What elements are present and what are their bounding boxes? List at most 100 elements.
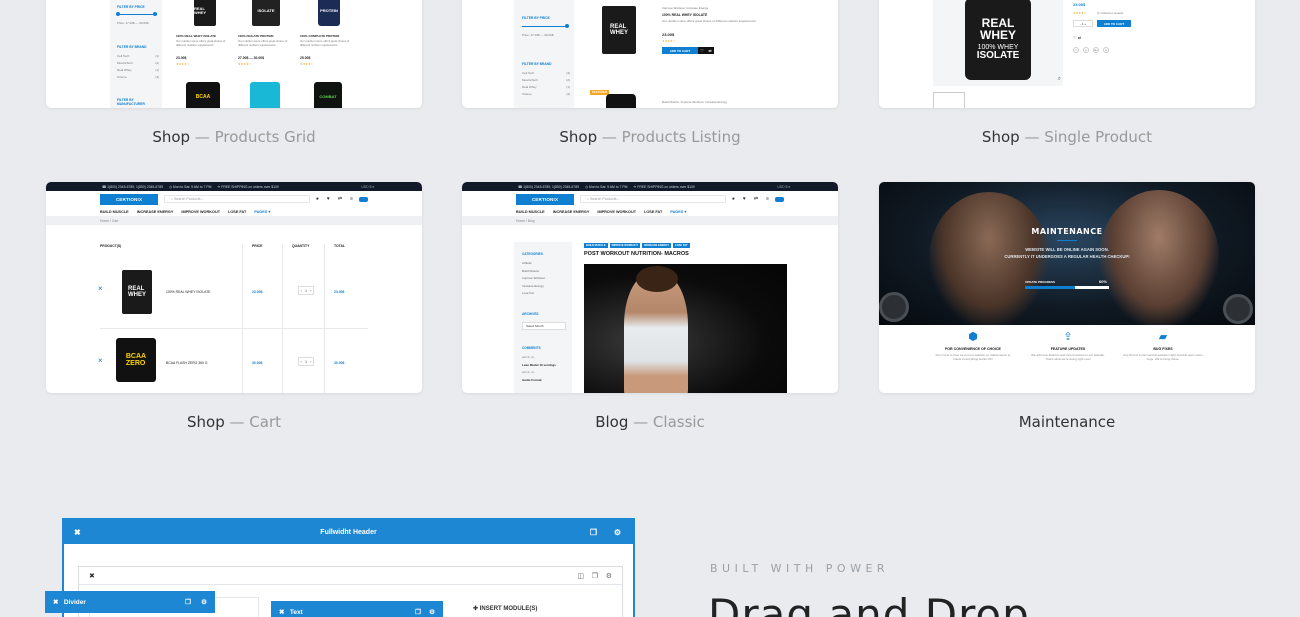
brand-name: Real Whey	[522, 85, 537, 89]
nav-item[interactable]: IMPROVE WORKOUT	[597, 210, 636, 214]
category-item[interactable]: Improve Workout	[522, 276, 545, 284]
site-search[interactable]: ⌕ Search Products...	[580, 195, 726, 203]
category-item[interactable]: Lose Fat	[522, 291, 545, 299]
close-icon[interactable]: ✖	[74, 528, 81, 537]
copy-icon[interactable]: ❐	[415, 608, 421, 616]
social-icon[interactable]: y	[1083, 47, 1089, 53]
nav-item[interactable]: LOSE FAT	[228, 210, 246, 214]
nav-item[interactable]: INCREASE ENERGY	[553, 210, 590, 214]
post-tag[interactable]: IMPROVE WORKOUT	[609, 243, 640, 248]
brand-item[interactable]: Real Whey (1)	[522, 85, 570, 92]
close-icon[interactable]: ✖	[53, 598, 58, 606]
post-title[interactable]: POST WORKOUT NUTRITION- MACROS	[584, 251, 689, 257]
menu-icon[interactable]: ≡	[350, 196, 353, 202]
heart-icon[interactable]: ♥	[743, 196, 746, 202]
cart-icon[interactable]	[359, 196, 368, 202]
gear-icon[interactable]: ⚙	[614, 528, 621, 537]
price-slider[interactable]	[117, 14, 157, 15]
compare-icon[interactable]: ⇄	[338, 196, 342, 202]
social-icon[interactable]: p	[1103, 47, 1109, 53]
preview-card-products-grid[interactable]: FILTER BY PRICE Price: 17.00$ — 90.00$ F…	[46, 0, 422, 108]
compare-button[interactable]: ⇄	[706, 47, 714, 54]
site-header: CERTIONIX ⌕ Search Products... ● ♥ ⇄ ≡	[46, 191, 422, 207]
comment-item[interactable]: Lean Model 10 servings	[522, 363, 556, 371]
price-slider-handle-right[interactable]	[153, 12, 157, 16]
category-item[interactable]: Increase Energy	[522, 284, 545, 292]
gear-icon[interactable]: ⚙	[201, 598, 207, 606]
nav-pages[interactable]: PAGES ▾	[670, 209, 686, 214]
text-module-bar[interactable]: ✖ Text ❐ ⚙	[271, 601, 443, 617]
close-icon[interactable]: ✖	[89, 572, 95, 580]
copy-icon[interactable]: ❐	[590, 528, 597, 537]
nav-item[interactable]: BUILD MUSCLE	[516, 210, 545, 214]
brand-item[interactable]: MuscleTech (2)	[522, 78, 570, 85]
gear-icon[interactable]: ⚙	[429, 608, 435, 616]
grid-product-2[interactable]: ISOLATE 100% ISOLATE PROTEIN Our nutriti…	[236, 0, 292, 108]
grid-product-3[interactable]: PROTEIN 100% COMPLETE PROTEIN Our nutrit…	[298, 0, 354, 108]
gear-icon[interactable]: ⚙	[606, 572, 612, 580]
nav-item[interactable]: LOSE FAT	[644, 210, 662, 214]
nav-pages[interactable]: PAGES ▾	[254, 209, 270, 214]
brand-item[interactable]: Cell Tech (3)	[522, 71, 570, 78]
brand-name: Cell Tech	[117, 54, 130, 58]
remove-icon[interactable]: ×	[98, 356, 103, 365]
wishlist-icon[interactable]: ♡ ⇄	[1073, 35, 1081, 40]
brand-item[interactable]: Xtreme (3)	[522, 92, 570, 99]
site-search[interactable]: ⌕ Search Products...	[164, 195, 310, 203]
social-icon[interactable]: f	[1073, 47, 1079, 53]
grid-product-1[interactable]: REAL WHEY 100% REAL WHEY ISOLATE Our nut…	[174, 0, 230, 108]
price-slider[interactable]	[522, 26, 568, 27]
copy-icon[interactable]: ❐	[592, 572, 598, 580]
heart-icon[interactable]: ♥	[327, 196, 330, 202]
preview-card-blog-classic[interactable]: ☎ 1(800) 2345-6789, 1(800) 2345-6789 ◷ Mo…	[462, 182, 838, 393]
post-tag[interactable]: BUILD MUSCLE	[584, 243, 608, 248]
reviews-link[interactable]: (1 customer review)	[1097, 11, 1123, 15]
brand-item[interactable]: Real Whey (1)	[117, 68, 159, 75]
zoom-icon[interactable]: ⌕	[1058, 76, 1061, 83]
cart-icon[interactable]	[775, 196, 784, 202]
copy-icon[interactable]: ❐	[185, 598, 191, 606]
menu-icon[interactable]: ≡	[766, 196, 769, 202]
category-item[interactable]: Athletic	[522, 261, 545, 269]
wishlist-button[interactable]: ♡	[698, 47, 706, 54]
user-icon[interactable]: ●	[316, 196, 319, 202]
nav-item[interactable]: INCREASE ENERGY	[137, 210, 174, 214]
brand-item[interactable]: Cell Tech (1)	[117, 54, 159, 61]
preview-card-maintenance[interactable]: MAINTENANCE WEBSITE WILL BE ONLINE AGAIN…	[879, 182, 1255, 393]
compare-icon[interactable]: ⇄	[754, 196, 758, 202]
site-logo[interactable]: CERTIONIX	[516, 193, 574, 205]
preview-card-single-product[interactable]: REAL WHEY 100% WHEY ISOLATE ⌕ 23.00$ ★★★…	[879, 0, 1255, 108]
columns-icon[interactable]: ◫	[577, 572, 584, 580]
divider-module-bar[interactable]: ✖ Divider ❐ ⚙	[45, 591, 215, 613]
post-tag[interactable]: INCREASE ENERGY	[641, 243, 672, 248]
insert-module-button[interactable]: ✚ INSERT MODULE(S)	[473, 605, 537, 612]
qty-input[interactable]: - 1 +	[1073, 20, 1093, 27]
thumbnail[interactable]	[933, 92, 965, 108]
post-tag[interactable]: LOSE FAT	[673, 243, 690, 248]
close-icon[interactable]: ✖	[279, 608, 284, 616]
post-tags: BUILD MUSCLE IMPROVE WORKOUT INCREASE ENER…	[584, 243, 690, 248]
comment-item[interactable]: admin on	[522, 370, 556, 378]
comment-item[interactable]: Audio Format	[522, 378, 556, 386]
preview-card-cart[interactable]: ☎ 1(800) 2345-6789, 1(800) 2345-6789 ◷ Mo…	[46, 182, 422, 393]
preview-card-products-listing[interactable]: FILTER BY PRICE Price: 17.00$ — 90.00$ F…	[462, 0, 838, 108]
archive-select[interactable]: Select Month	[522, 322, 566, 330]
site-logo[interactable]: CERTIONIX	[100, 193, 158, 205]
social-icon[interactable]: G+	[1093, 47, 1099, 53]
price-slider-handle-left[interactable]	[116, 12, 120, 16]
single-add-to-cart-button[interactable]: ADD TO CART	[1097, 20, 1131, 27]
brand-item[interactable]: Xtreme (3)	[117, 75, 159, 82]
add-to-cart-button[interactable]: ADD TO CART	[662, 47, 698, 54]
qty-stepper[interactable]: ‹ 1 ›	[298, 286, 314, 295]
nav-item[interactable]: IMPROVE WORKOUT	[181, 210, 220, 214]
user-icon[interactable]: ●	[732, 196, 735, 202]
price-slider-handle-right[interactable]	[565, 24, 569, 28]
cart-table: PRODUCT(S) PRICE QUANTITY TOTAL	[100, 244, 368, 254]
remove-icon[interactable]: ×	[98, 284, 103, 293]
nav-item[interactable]: BUILD MUSCLE	[100, 210, 129, 214]
category-item[interactable]: Build Muscle	[522, 269, 545, 277]
qty-stepper[interactable]: ‹ 1 ›	[298, 357, 314, 366]
brand-item[interactable]: MuscleTech (2)	[117, 61, 159, 68]
comment-item[interactable]: admin on	[522, 355, 556, 363]
brand-count: (3)	[155, 75, 159, 79]
